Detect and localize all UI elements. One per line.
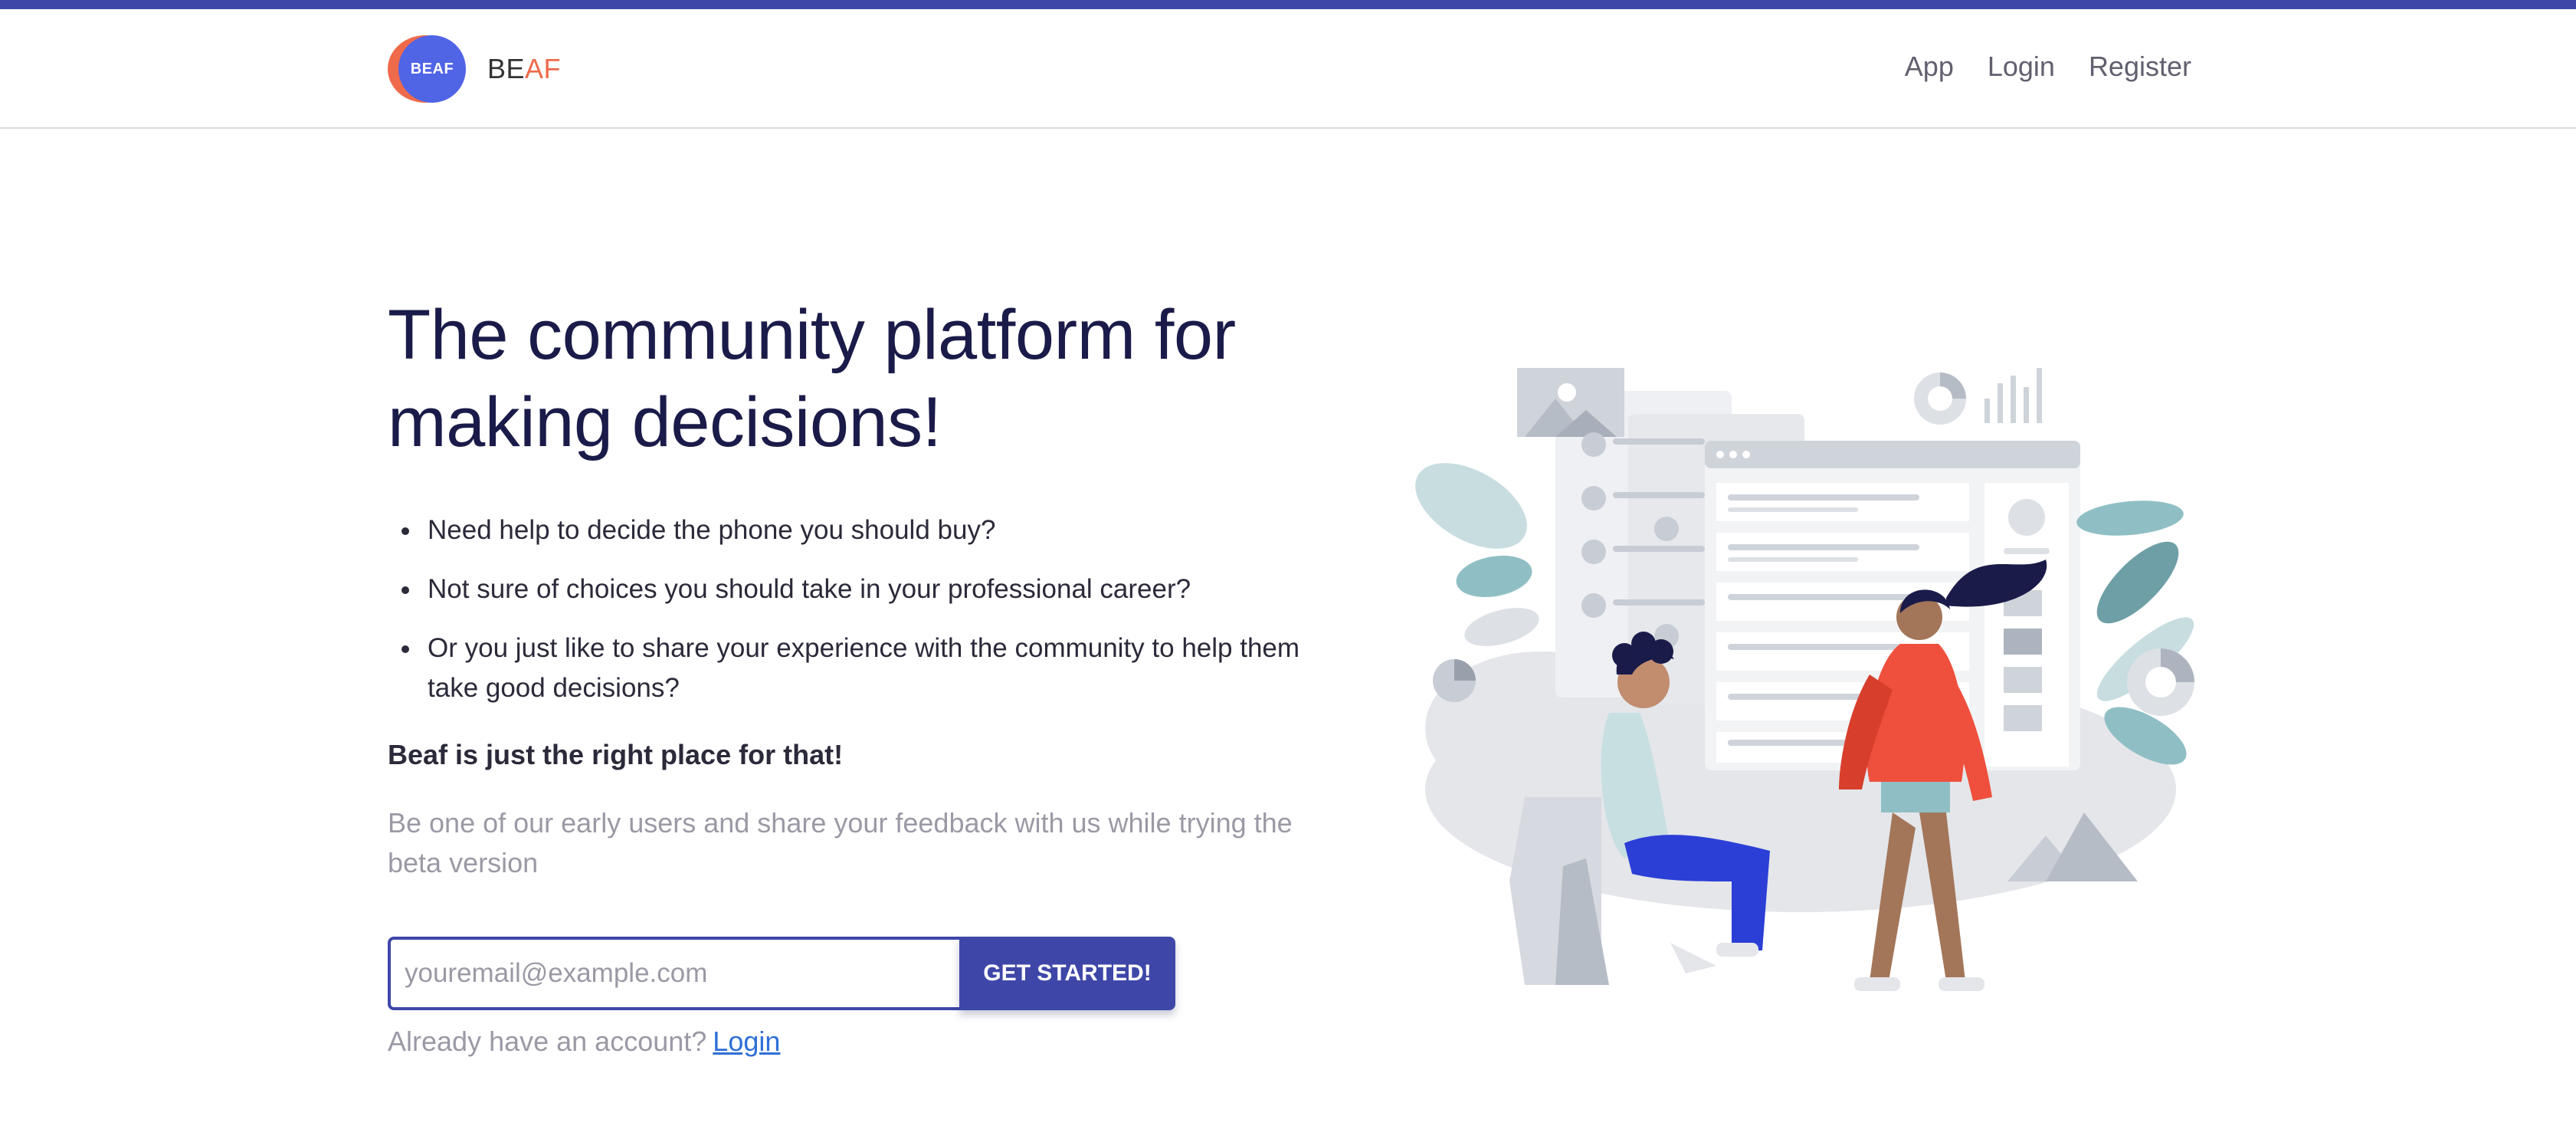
brand-name: BEAF xyxy=(487,53,561,85)
brand-prefix: BE xyxy=(487,53,526,84)
login-prompt: Already have an account? Login xyxy=(388,1026,780,1058)
hero-headline: The community platform for making decisi… xyxy=(388,296,1236,461)
logo-icon: BEAF xyxy=(388,35,472,103)
feature-item: Not sure of choices you should take in y… xyxy=(388,570,1353,609)
nav-login-link[interactable]: Login xyxy=(1988,51,2055,83)
brand-home-link[interactable]: BEAF BEAF xyxy=(388,35,561,103)
hero-subtext: Be one of our early users and share your… xyxy=(388,807,1293,878)
nav-app-link[interactable]: App xyxy=(1905,51,1954,83)
nav-register-link[interactable]: Register xyxy=(2089,51,2191,83)
top-nav: App Login Register xyxy=(1905,51,2191,83)
login-link[interactable]: Login xyxy=(713,1026,780,1057)
feature-item: Need help to decide the phone you should… xyxy=(388,510,1353,550)
brand-suffix: AF xyxy=(525,53,562,84)
signup-form: GET STARTED! xyxy=(388,937,1175,1010)
top-accent-bar xyxy=(0,0,2576,9)
email-input[interactable] xyxy=(388,937,959,1010)
hero-tagline: Beaf is just the right place for that! xyxy=(388,739,844,770)
get-started-button[interactable]: GET STARTED! xyxy=(959,937,1175,1010)
feature-list: Need help to decide the phone you should… xyxy=(388,510,1353,708)
feature-item: Or you just like to share your experienc… xyxy=(388,629,1353,708)
people-collaborating-illustration xyxy=(1410,353,2199,1004)
logo-text: BEAF xyxy=(410,60,454,77)
login-prompt-text: Already have an account? xyxy=(388,1026,707,1057)
navbar: BEAF BEAF App Login Register xyxy=(0,9,2576,129)
hero-section: The community platform for making decisi… xyxy=(388,291,1353,883)
logo-blue-circle: BEAF xyxy=(398,35,466,103)
